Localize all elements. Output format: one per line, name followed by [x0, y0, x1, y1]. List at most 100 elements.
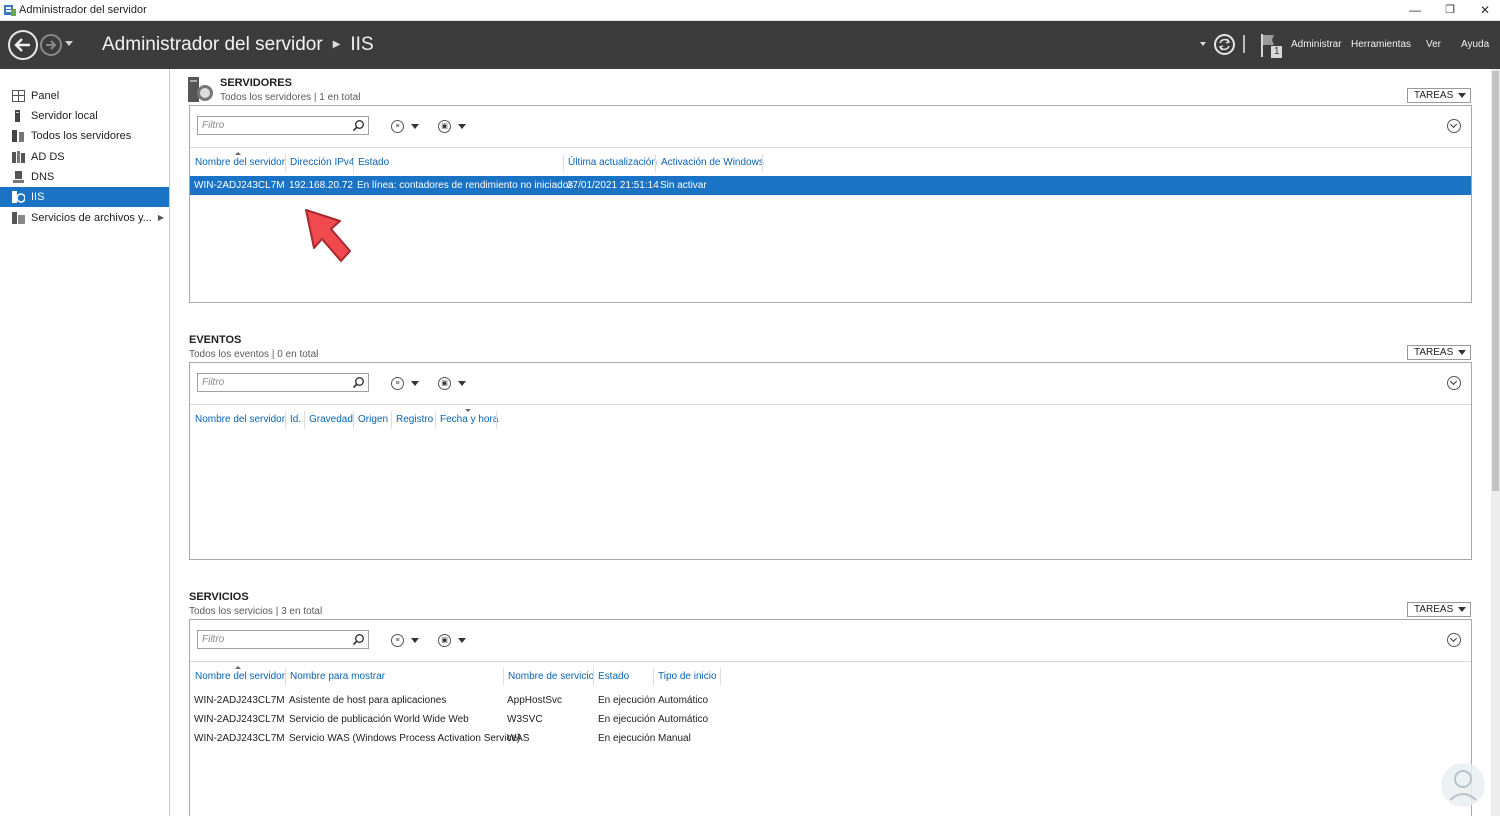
dropdown-arrow-icon	[458, 381, 466, 386]
column-separator[interactable]	[496, 411, 497, 429]
servidores-tareas-button[interactable]: TAREAS	[1407, 88, 1471, 103]
chevron-right-icon[interactable]: ▶	[158, 208, 164, 228]
sidebar-item-label: AD DS	[31, 151, 65, 163]
column-separator[interactable]	[720, 668, 721, 686]
table-row[interactable]: WIN-2ADJ243CL7M Servicio WAS (Windows Pr…	[190, 729, 1471, 748]
dropdown-arrow-icon	[1458, 93, 1466, 98]
column-header[interactable]: Nombre del servidor	[195, 671, 285, 682]
header-dropdown-icon[interactable]	[1200, 42, 1206, 46]
menu-administrar[interactable]: Administrar	[1291, 39, 1342, 50]
window-titlebar: Administrador del servidor — ❐ ✕	[0, 0, 1500, 21]
sidebar-item-iis[interactable]: IIS	[0, 187, 169, 207]
flag-icon	[1261, 34, 1282, 58]
column-separator[interactable]	[653, 668, 654, 686]
column-header[interactable]: Última actualización	[568, 157, 657, 168]
menu-ver[interactable]: Ver	[1426, 39, 1441, 50]
column-separator[interactable]	[285, 668, 286, 686]
sidebar-item-local-server[interactable]: Servidor local	[0, 106, 169, 126]
column-header[interactable]: Nombre del servidor	[195, 157, 285, 168]
servicios-collapse-button[interactable]	[1447, 633, 1461, 647]
scrollbar-thumb[interactable]	[1492, 71, 1499, 491]
column-separator[interactable]	[503, 668, 504, 686]
sidebar-item-all-servers[interactable]: Todos los servidores	[0, 126, 169, 146]
column-separator[interactable]	[304, 411, 305, 429]
search-icon[interactable]	[352, 633, 365, 646]
column-separator[interactable]	[285, 411, 286, 429]
column-header[interactable]: Fecha y hora	[440, 414, 498, 425]
sidebar-item-ad-ds[interactable]: AD DS	[0, 147, 169, 167]
column-header[interactable]: Gravedad	[309, 414, 353, 425]
servicios-section-subtitle: Todos los servicios | 3 en total	[189, 606, 323, 617]
eventos-save-query-button[interactable]: ▣	[438, 377, 470, 391]
column-header[interactable]: Origen	[358, 414, 388, 425]
save-icon: ▣	[438, 634, 451, 647]
table-row[interactable]: WIN-2ADJ243CL7M 192.168.20.72 En línea: …	[190, 176, 1471, 195]
column-header[interactable]: Id.	[290, 414, 301, 425]
back-button[interactable]	[8, 30, 38, 60]
column-separator[interactable]	[593, 668, 594, 686]
column-header[interactable]: Registro	[396, 414, 433, 425]
column-separator[interactable]	[762, 154, 763, 172]
column-header[interactable]: Activación de Windows	[661, 157, 764, 168]
column-header[interactable]: Estado	[598, 671, 629, 682]
eventos-collapse-button[interactable]	[1447, 376, 1461, 390]
servicios-save-query-button[interactable]: ▣	[438, 634, 470, 648]
column-separator[interactable]	[285, 154, 286, 172]
sidebar-item-dns[interactable]: DNS	[0, 167, 169, 187]
column-separator[interactable]	[391, 411, 392, 429]
cell-status: En ejecución	[598, 695, 656, 706]
servidores-collapse-button[interactable]	[1447, 119, 1461, 133]
cell-ipv4: 192.168.20.72	[289, 180, 353, 191]
sidebar-item-label: DNS	[31, 171, 55, 183]
search-icon[interactable]	[352, 119, 365, 132]
column-header[interactable]: Estado	[358, 157, 389, 168]
cell-server-name: WIN-2ADJ243CL7M	[194, 180, 285, 191]
notifications-button[interactable]: 1	[1260, 33, 1284, 59]
column-header[interactable]: Nombre para mostrar	[290, 671, 385, 682]
column-separator[interactable]	[435, 411, 436, 429]
column-header[interactable]: Tipo de inicio	[658, 671, 717, 682]
table-row[interactable]: WIN-2ADJ243CL7M Asistente de host para a…	[190, 691, 1471, 710]
dropdown-arrow-icon	[458, 638, 466, 643]
eventos-filter-input[interactable]: Filtro	[197, 373, 369, 392]
eventos-list-options-button[interactable]: ≡	[391, 377, 423, 391]
column-separator[interactable]	[655, 154, 656, 172]
servidores-list-options-button[interactable]: ≡	[391, 120, 423, 134]
refresh-button[interactable]	[1214, 34, 1235, 55]
sidebar-item-panel[interactable]: Panel	[0, 86, 169, 106]
breadcrumb-root[interactable]: Administrador del servidor	[102, 34, 323, 55]
servicios-filter-input[interactable]: Filtro	[197, 630, 369, 649]
servicios-tareas-button[interactable]: TAREAS	[1407, 602, 1471, 617]
column-header[interactable]: Dirección IPv4	[290, 157, 354, 168]
table-row[interactable]: WIN-2ADJ243CL7M Servicio de publicación …	[190, 710, 1471, 729]
list-icon: ≡	[391, 634, 404, 647]
column-header[interactable]: Nombre de servicio	[508, 671, 594, 682]
sidebar-item-file-services[interactable]: Servicios de archivos y... ▶	[0, 208, 169, 228]
menu-herramientas[interactable]: Herramientas	[1351, 39, 1411, 50]
menu-ayuda[interactable]: Ayuda	[1461, 39, 1489, 50]
column-header[interactable]: Nombre del servidor	[195, 414, 285, 425]
restore-button[interactable]: ❐	[1433, 2, 1467, 18]
vertical-scrollbar[interactable]	[1491, 69, 1500, 816]
servicios-list-options-button[interactable]: ≡	[391, 634, 423, 648]
filter-placeholder: Filtro	[202, 120, 225, 131]
cell-last-update: 27/01/2021 21:51:14	[567, 180, 659, 191]
column-separator[interactable]	[563, 154, 564, 172]
column-separator[interactable]	[353, 411, 354, 429]
servidores-filter-input[interactable]: Filtro	[197, 116, 369, 135]
minimize-button[interactable]: —	[1398, 2, 1432, 18]
dropdown-arrow-icon	[458, 124, 466, 129]
eventos-panel: Filtro ≡ ▣ Nombre del servidor Id. Grave…	[189, 362, 1472, 560]
eventos-tareas-button[interactable]: TAREAS	[1407, 345, 1471, 360]
column-separator[interactable]	[353, 154, 354, 172]
list-icon: ≡	[391, 377, 404, 390]
search-icon[interactable]	[352, 376, 365, 389]
servidores-save-query-button[interactable]: ▣	[438, 120, 470, 134]
cell-display-name: Servicio WAS (Windows Process Activation…	[289, 733, 521, 744]
breadcrumb: Administrador del servidor ▶ IIS	[102, 34, 374, 56]
dropdown-arrow-icon	[1458, 607, 1466, 612]
forward-button[interactable]	[40, 34, 62, 56]
history-dropdown-icon[interactable]	[65, 41, 73, 46]
close-button[interactable]: ✕	[1468, 2, 1500, 18]
file-services-icon	[12, 212, 25, 224]
